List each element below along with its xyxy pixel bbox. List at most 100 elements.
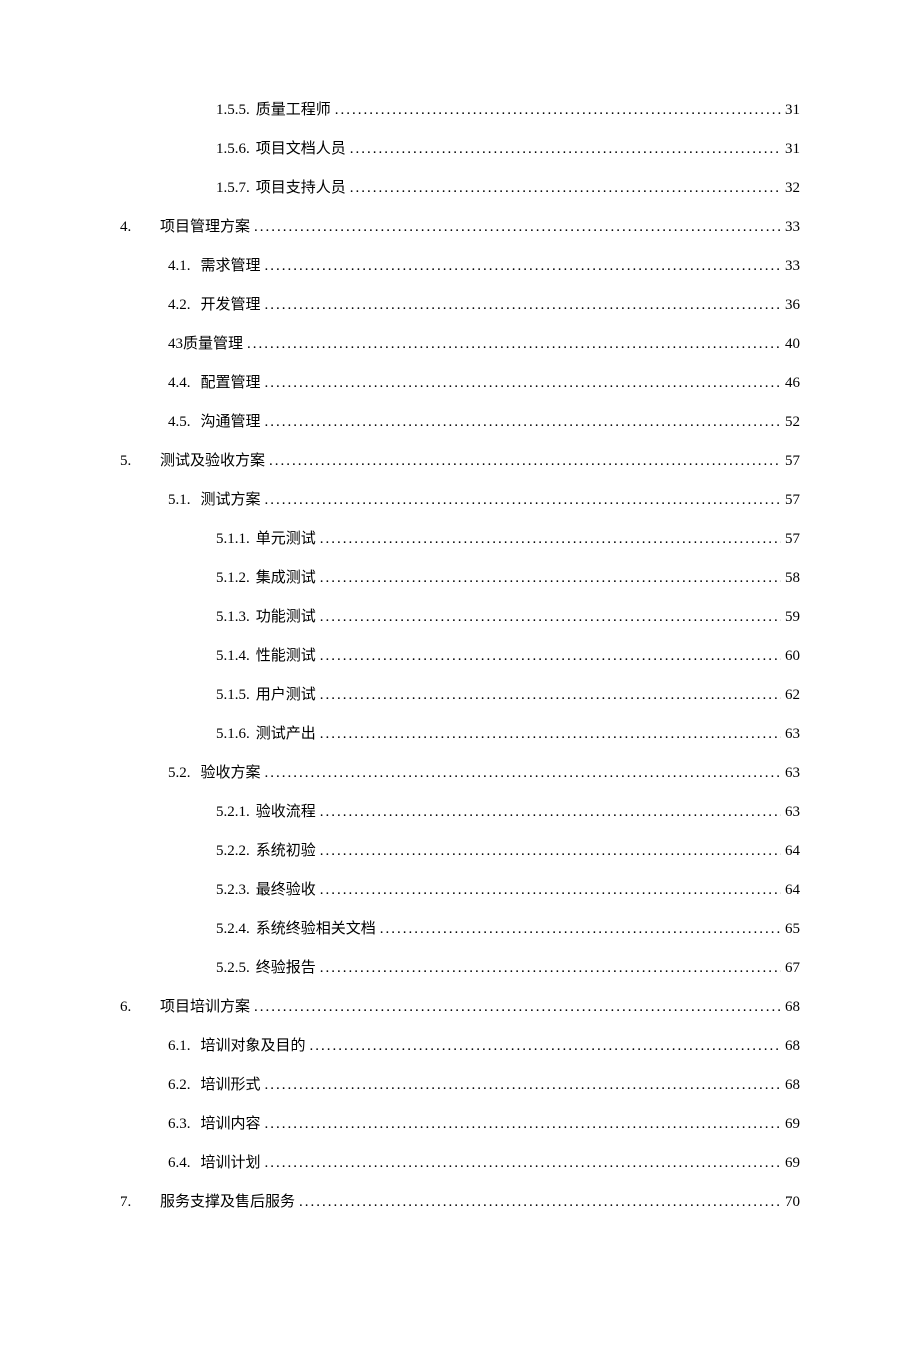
toc-entry-number: 6.4. [168,1153,201,1174]
toc-entry: 1.5.5.质量工程师 31 [120,100,800,121]
toc-entry-number: 1.5.7. [216,178,256,199]
toc-list: 1.5.5.质量工程师311.5.6.项目文档人员311.5.7.项目支持人员3… [120,100,800,1213]
toc-entry-page: 31 [781,139,800,160]
toc-entry-number: 1.5.5. [216,100,256,121]
toc-entry-page: 57 [781,490,800,511]
toc-leader-dots [265,1153,781,1174]
toc-entry: 5.1.3.功能测试59 [120,607,800,628]
toc-entry-page: 70 [781,1192,800,1213]
toc-entry: 4.4.配置管理46 [120,373,800,394]
toc-entry-page: 46 [781,373,800,394]
toc-entry-title: 项目文档人员 [256,139,350,160]
toc-leader-dots [320,568,781,589]
toc-entry: 5.1.1.单元测试57 [120,529,800,550]
toc-entry-title: 培训对象及目的 [201,1036,310,1057]
toc-entry: 6.4.培训计划 69 [120,1153,800,1174]
toc-entry-number: 5.2.2. [216,841,256,862]
toc-entry-page: 63 [781,724,800,745]
toc-entry: 7.服务支撑及售后服务70 [120,1192,800,1213]
toc-entry-number: 5.1.2. [216,568,256,589]
toc-entry-title: 沟通管理 [201,412,265,433]
toc-entry-title: 开发管理 [201,295,265,316]
toc-leader-dots [247,334,781,355]
toc-entry-title: 测试及验收方案 [160,451,269,472]
toc-entry-title: 43质量管理 [168,334,247,355]
toc-entry-title: 培训计划 [201,1153,265,1174]
toc-entry-title: 系统初验 [256,841,320,862]
toc-entry-page: 62 [781,685,800,706]
toc-entry-page: 68 [781,1075,800,1096]
toc-entry-title: 用户测试 [256,685,320,706]
toc-leader-dots [320,724,781,745]
toc-entry-title: 集成测试 [256,568,320,589]
toc-leader-dots [320,607,781,628]
toc-entry-page: 68 [781,997,800,1018]
toc-entry: 43质量管理40 [120,334,800,355]
toc-entry-title: 功能测试 [256,607,320,628]
toc-entry-number: 4.1. [168,256,201,277]
toc-leader-dots [265,490,781,511]
toc-entry: 5.1.测试方案57 [120,490,800,511]
toc-entry-title: 验收方案 [201,763,265,784]
toc-leader-dots [265,412,781,433]
toc-entry-title: 配置管理 [201,373,265,394]
toc-leader-dots [254,997,781,1018]
toc-leader-dots [320,646,781,667]
toc-entry-page: 58 [781,568,800,589]
toc-entry-number: 5.1.3. [216,607,256,628]
toc-entry: 6.2.培训形式 68 [120,1075,800,1096]
toc-entry-number: 6.2. [168,1075,201,1096]
toc-entry-page: 60 [781,646,800,667]
toc-entry-page: 69 [781,1153,800,1174]
toc-entry-number: 5.2.3. [216,880,256,901]
toc-leader-dots [335,100,781,121]
toc-entry-number: 5.1.5. [216,685,256,706]
toc-leader-dots [320,802,781,823]
toc-entry-page: 32 [781,178,800,199]
toc-entry-page: 64 [781,880,800,901]
toc-leader-dots [265,373,781,394]
toc-entry-title: 测试产出 [256,724,320,745]
toc-entry-number: 6.1. [168,1036,201,1057]
toc-entry-title: 培训内容 [201,1114,265,1135]
toc-entry-title: 性能测试 [256,646,320,667]
toc-leader-dots [380,919,781,940]
toc-entry-page: 52 [781,412,800,433]
toc-entry-page: 63 [781,763,800,784]
toc-entry-page: 63 [781,802,800,823]
toc-entry: 6.项目培训方案68 [120,997,800,1018]
toc-entry-number: 5.2.1. [216,802,256,823]
toc-entry-number: 4.5. [168,412,201,433]
toc-entry: 6.3.培训内容69 [120,1114,800,1135]
toc-leader-dots [265,1114,781,1135]
toc-entry-title: 培训形式 [201,1075,265,1096]
toc-entry: 5.2.4.系统终验相关文档65 [120,919,800,940]
toc-entry-title: 项目支持人员 [256,178,350,199]
toc-entry-number: 5.1.6. [216,724,256,745]
toc-entry-page: 33 [781,256,800,277]
toc-entry-page: 31 [781,100,800,121]
toc-leader-dots [265,295,781,316]
toc-entry-page: 36 [781,295,800,316]
toc-leader-dots [265,256,781,277]
toc-entry: 4.项目管理方案33 [120,217,800,238]
toc-leader-dots [310,1036,781,1057]
toc-entry: 5.1.2.集成测试 58 [120,568,800,589]
toc-entry: 1.5.7.项目支持人员 32 [120,178,800,199]
toc-entry-title: 质量工程师 [256,100,335,121]
toc-entry-title: 单元测试 [256,529,320,550]
toc-entry: 5.2.5.终验报告67 [120,958,800,979]
toc-entry-title: 测试方案 [201,490,265,511]
toc-entry-page: 33 [781,217,800,238]
toc-entry: 5.1.5.用户测试 62 [120,685,800,706]
toc-entry-page: 57 [781,451,800,472]
toc-leader-dots [254,217,781,238]
toc-entry-title: 项目培训方案 [160,997,254,1018]
toc-entry: 4.2.开发管理36 [120,295,800,316]
toc-entry-page: 67 [781,958,800,979]
toc-leader-dots [299,1192,781,1213]
toc-entry: 6.1.培训对象及目的68 [120,1036,800,1057]
toc-entry: 5.2.2.系统初验64 [120,841,800,862]
toc-leader-dots [265,1075,781,1096]
toc-entry-title: 最终验收 [256,880,320,901]
